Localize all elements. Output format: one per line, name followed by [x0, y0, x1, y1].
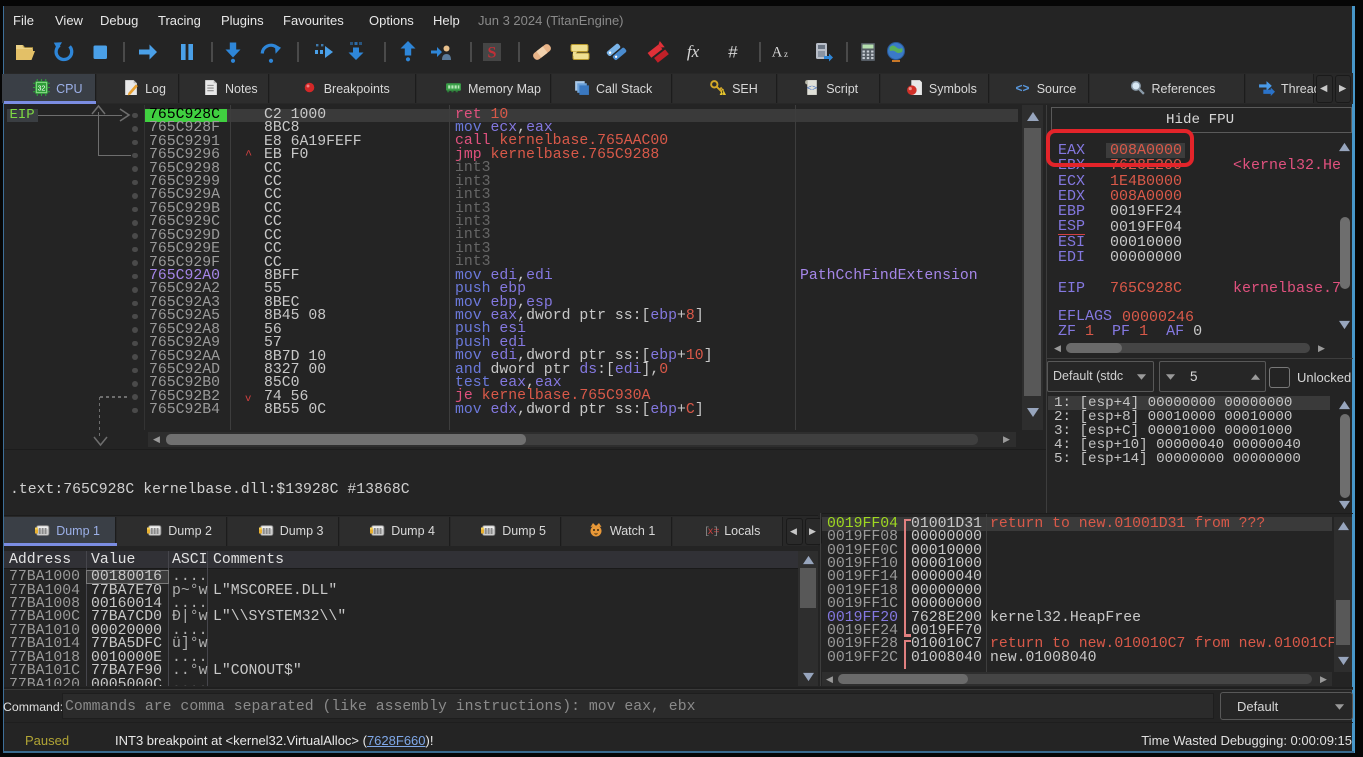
- svg-text:z: z: [784, 49, 788, 59]
- svg-text:<>: <>: [807, 84, 817, 94]
- svg-text:]: ]: [713, 526, 719, 538]
- svg-text:<>: <>: [1015, 82, 1029, 96]
- svg-text:S: S: [488, 45, 497, 62]
- svg-text:32: 32: [38, 86, 46, 93]
- svg-text:#: #: [728, 43, 738, 62]
- svg-text:!: !: [722, 90, 724, 96]
- svg-text:A: A: [772, 45, 783, 61]
- svg-text:fx: fx: [687, 42, 700, 61]
